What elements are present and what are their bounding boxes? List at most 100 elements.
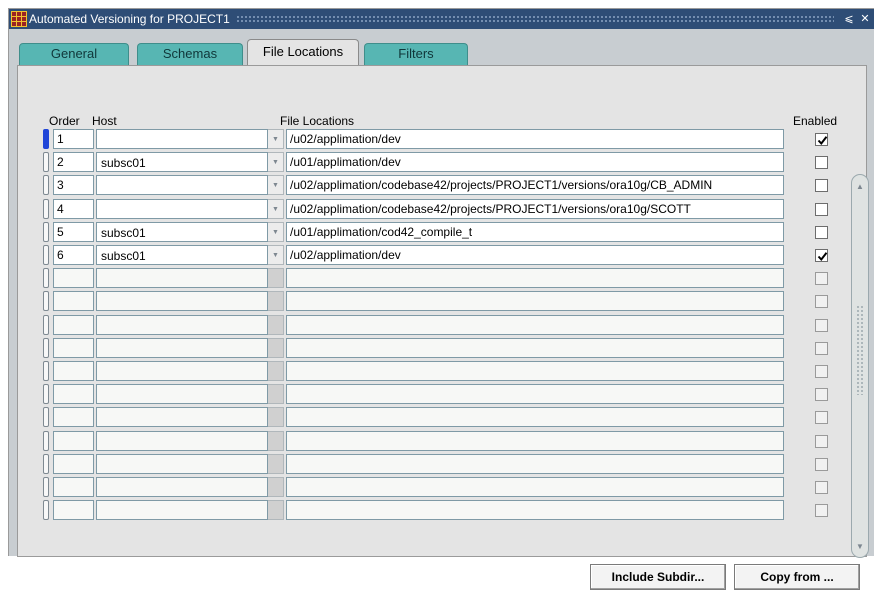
record-indicator[interactable] xyxy=(43,268,49,288)
enabled-checkbox[interactable] xyxy=(815,342,828,355)
host-dropdown-icon[interactable]: ▼ xyxy=(268,152,284,172)
order-field[interactable]: 3 xyxy=(53,175,94,195)
host-select[interactable] xyxy=(96,431,268,451)
file-location-field[interactable] xyxy=(286,500,784,520)
record-indicator[interactable] xyxy=(43,199,49,219)
file-location-field[interactable] xyxy=(286,477,784,497)
record-indicator[interactable] xyxy=(43,454,49,474)
host-select[interactable] xyxy=(96,407,268,427)
enabled-checkbox[interactable] xyxy=(815,458,828,471)
tab-filters[interactable]: Filters xyxy=(364,43,468,65)
file-location-field[interactable]: /u02/applimation/codebase42/projects/PRO… xyxy=(286,175,784,195)
host-select[interactable]: subsc01 xyxy=(96,245,268,265)
record-indicator[interactable] xyxy=(43,315,49,335)
record-indicator[interactable] xyxy=(43,384,49,404)
host-dropdown-icon[interactable] xyxy=(268,338,284,358)
tab-schemas[interactable]: Schemas xyxy=(137,43,243,65)
enabled-checkbox[interactable] xyxy=(815,179,828,192)
record-indicator[interactable] xyxy=(43,361,49,381)
host-select[interactable] xyxy=(96,315,268,335)
scroll-down-icon[interactable]: ▼ xyxy=(852,537,868,555)
host-dropdown-icon[interactable] xyxy=(268,477,284,497)
order-field[interactable] xyxy=(53,338,94,358)
order-field[interactable] xyxy=(53,315,94,335)
file-location-field[interactable] xyxy=(286,384,784,404)
enabled-checkbox[interactable] xyxy=(815,203,828,216)
host-dropdown-icon[interactable]: ▼ xyxy=(268,245,284,265)
order-field[interactable]: 2 xyxy=(53,152,94,172)
file-location-field[interactable]: /u01/applimation/dev xyxy=(286,152,784,172)
file-location-field[interactable] xyxy=(286,431,784,451)
tab-general[interactable]: General xyxy=(19,43,129,65)
host-select[interactable] xyxy=(96,477,268,497)
host-select[interactable] xyxy=(96,500,268,520)
enabled-checkbox[interactable] xyxy=(815,272,828,285)
copy-from-button[interactable]: Copy from ... xyxy=(734,564,860,590)
record-indicator[interactable] xyxy=(43,477,49,497)
record-indicator[interactable] xyxy=(43,245,49,265)
enabled-checkbox[interactable] xyxy=(815,365,828,378)
host-dropdown-icon[interactable]: ▼ xyxy=(268,175,284,195)
order-field[interactable] xyxy=(53,361,94,381)
file-location-field[interactable] xyxy=(286,407,784,427)
file-location-field[interactable] xyxy=(286,338,784,358)
host-select[interactable] xyxy=(96,361,268,381)
host-select[interactable] xyxy=(96,291,268,311)
enabled-checkbox[interactable] xyxy=(815,411,828,424)
file-location-field[interactable]: /u02/applimation/codebase42/projects/PRO… xyxy=(286,199,784,219)
tab-file-locations[interactable]: File Locations xyxy=(247,39,359,67)
order-field[interactable]: 1 xyxy=(53,129,94,149)
order-field[interactable] xyxy=(53,291,94,311)
enabled-checkbox[interactable] xyxy=(815,435,828,448)
include-subdir-button[interactable]: Include Subdir... xyxy=(590,564,726,590)
order-field[interactable] xyxy=(53,268,94,288)
host-dropdown-icon[interactable] xyxy=(268,268,284,288)
file-location-field[interactable] xyxy=(286,361,784,381)
enabled-checkbox[interactable] xyxy=(815,481,828,494)
host-select[interactable] xyxy=(96,384,268,404)
enabled-checkbox[interactable] xyxy=(815,388,828,401)
host-dropdown-icon[interactable]: ▼ xyxy=(268,222,284,242)
scroll-thumb-grip[interactable] xyxy=(856,305,864,395)
file-location-field[interactable] xyxy=(286,454,784,474)
record-indicator[interactable] xyxy=(43,152,49,172)
host-dropdown-icon[interactable] xyxy=(268,454,284,474)
enabled-checkbox[interactable] xyxy=(815,504,828,517)
host-dropdown-icon[interactable] xyxy=(268,291,284,311)
host-select[interactable] xyxy=(96,199,268,219)
enabled-checkbox[interactable] xyxy=(815,133,828,146)
record-indicator[interactable] xyxy=(43,175,49,195)
host-dropdown-icon[interactable] xyxy=(268,315,284,335)
enabled-checkbox[interactable] xyxy=(815,249,828,262)
order-field[interactable] xyxy=(53,431,94,451)
host-select[interactable] xyxy=(96,268,268,288)
file-location-field[interactable] xyxy=(286,268,784,288)
host-select[interactable]: subsc01 xyxy=(96,152,268,172)
host-dropdown-icon[interactable] xyxy=(268,361,284,381)
file-location-field[interactable]: /u02/applimation/dev xyxy=(286,129,784,149)
host-select[interactable] xyxy=(96,338,268,358)
order-field[interactable]: 4 xyxy=(53,199,94,219)
vertical-scrollbar[interactable]: ▲ ▼ xyxy=(851,174,869,558)
file-location-field[interactable] xyxy=(286,291,784,311)
host-dropdown-icon[interactable] xyxy=(268,384,284,404)
enabled-checkbox[interactable] xyxy=(815,226,828,239)
order-field[interactable] xyxy=(53,407,94,427)
current-record-indicator[interactable] xyxy=(43,129,49,149)
host-select[interactable] xyxy=(96,129,268,149)
record-indicator[interactable] xyxy=(43,338,49,358)
scroll-up-icon[interactable]: ▲ xyxy=(852,177,868,195)
file-location-field[interactable]: /u01/applimation/cod42_compile_t xyxy=(286,222,784,242)
host-dropdown-icon[interactable] xyxy=(268,407,284,427)
order-field[interactable] xyxy=(53,500,94,520)
enabled-checkbox[interactable] xyxy=(815,319,828,332)
order-field[interactable] xyxy=(53,454,94,474)
minimize-icon[interactable]: ⩽ xyxy=(842,12,856,26)
file-location-field[interactable]: /u02/applimation/dev xyxy=(286,245,784,265)
host-dropdown-icon[interactable] xyxy=(268,431,284,451)
host-dropdown-icon[interactable] xyxy=(268,500,284,520)
host-dropdown-icon[interactable]: ▼ xyxy=(268,129,284,149)
record-indicator[interactable] xyxy=(43,500,49,520)
host-select[interactable]: subsc01 xyxy=(96,222,268,242)
enabled-checkbox[interactable] xyxy=(815,295,828,308)
